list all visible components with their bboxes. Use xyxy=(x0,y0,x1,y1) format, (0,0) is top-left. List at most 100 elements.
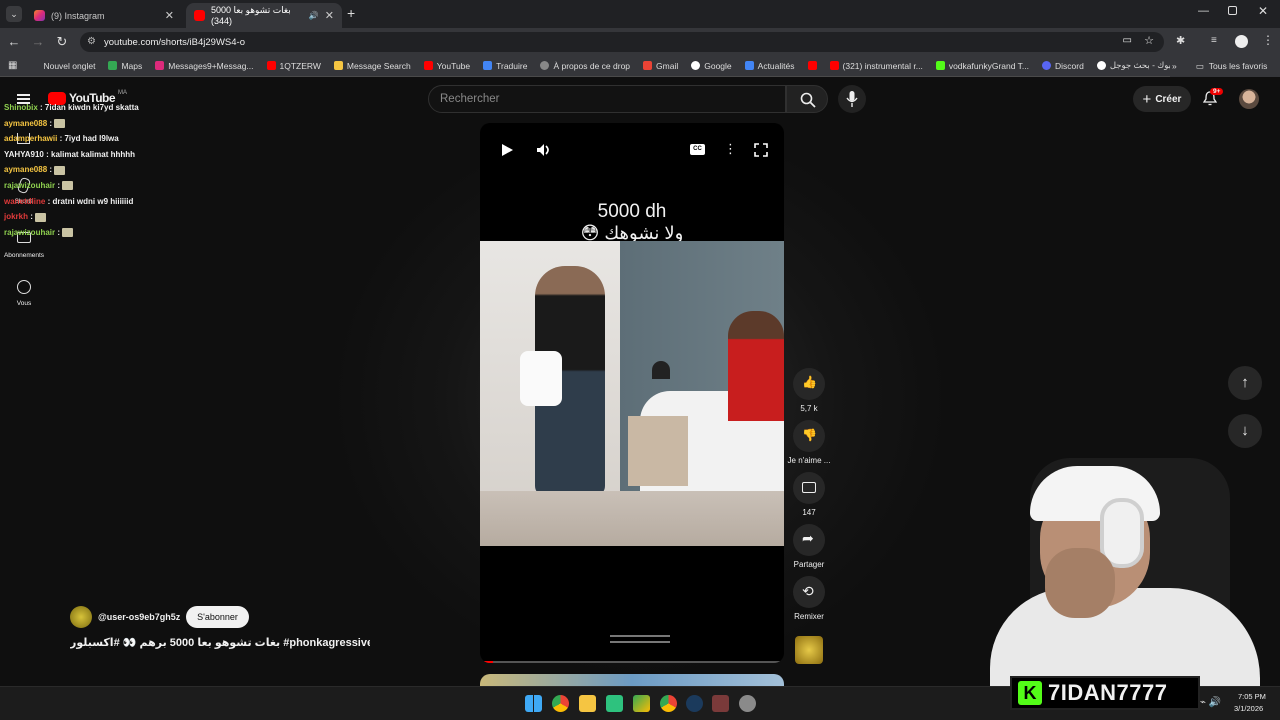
tab-instagram[interactable]: (9) Instagram ✕ xyxy=(26,3,182,28)
remix-button[interactable]: ⟲ xyxy=(793,576,825,608)
stream-chat: Shinobix : 7idan kiwdn ki7yd skatta ayman… xyxy=(4,100,204,240)
bookmark[interactable]: Actualités xyxy=(744,61,795,71)
site-info-icon[interactable]: ⚙ xyxy=(87,36,96,47)
bookmark[interactable]: Message Search xyxy=(333,61,411,71)
shorts-player[interactable]: CC ⋮ 5000 dh ولا نشوهك 😳 xyxy=(480,123,784,663)
menu-icon[interactable]: ⋮ xyxy=(1262,33,1274,47)
star-icon[interactable]: ☆ xyxy=(1144,34,1154,47)
tab-label: (9) Instagram xyxy=(51,10,105,21)
folder-icon: ▭ xyxy=(1195,60,1204,71)
dislike-button[interactable]: 👎 xyxy=(793,420,825,452)
windows-start-icon[interactable] xyxy=(525,695,542,712)
thumbs-up-icon: 👍 xyxy=(802,375,817,389)
fullscreen-icon[interactable] xyxy=(754,143,768,157)
reload-icon[interactable]: ↻ xyxy=(50,34,74,50)
speaker-icon[interactable]: 🔊 xyxy=(309,11,319,20)
chat-message: rajawizouhair : xyxy=(4,178,204,194)
next-short-button[interactable]: ↓ xyxy=(1228,414,1262,448)
next-video-preview[interactable] xyxy=(480,674,784,686)
chrome-active-icon[interactable] xyxy=(660,695,677,712)
media-icon[interactable]: ≡ xyxy=(1211,35,1217,46)
like-button[interactable]: 👍 xyxy=(793,368,825,400)
bookmark[interactable]: 1QTZERW xyxy=(266,61,321,71)
tray-icons[interactable]: ⌁ 🔊 xyxy=(1200,697,1221,708)
towel xyxy=(520,351,562,406)
translate-icon xyxy=(483,61,493,70)
address-bar[interactable]: ⚙ youtube.com/shorts/iB4j29WS4-o ▭ ☆ xyxy=(80,32,1164,52)
video-caption[interactable]: بغات تشوهو بعا 5000 برهم 👀 #اكسبلور #pho… xyxy=(70,636,370,649)
share-button[interactable]: ➦ xyxy=(793,524,825,556)
notifications-button[interactable]: 9+ xyxy=(1202,88,1224,111)
chat-message: aymane088 : xyxy=(4,116,204,132)
emote-icon xyxy=(54,165,66,175)
bookmark[interactable]: vodkafunkyGrand T... xyxy=(935,61,1029,71)
apps-icon[interactable]: ▦ xyxy=(8,60,17,71)
voice-search-button[interactable] xyxy=(838,85,866,113)
minimize-button[interactable]: — xyxy=(1198,5,1209,17)
bookmark[interactable]: Discord xyxy=(1042,61,1084,71)
steam-icon[interactable] xyxy=(686,695,703,712)
bookmark[interactable]: Maps xyxy=(108,61,142,71)
you-nav[interactable]: Vous xyxy=(0,280,48,307)
play-store-icon[interactable] xyxy=(633,695,650,712)
tab-search-menu[interactable]: ⌄ xyxy=(6,6,22,22)
search-button[interactable] xyxy=(786,85,828,113)
subscribe-button[interactable]: S'abonner xyxy=(186,606,249,628)
previous-short-button[interactable]: ↑ xyxy=(1228,366,1262,400)
xbox-app-icon[interactable] xyxy=(606,695,623,712)
chat-separator: : xyxy=(55,180,63,190)
chat-username: adamperhawii xyxy=(4,134,58,144)
close-icon[interactable]: ✕ xyxy=(165,9,174,22)
bookmark[interactable]: À propos de ce drop xyxy=(540,61,630,71)
new-tab-button[interactable]: + xyxy=(347,5,355,21)
tab-bar: ⌄ (9) Instagram ✕ 5000 بغات تشوهو بعا (3… xyxy=(0,0,1280,28)
bookmark[interactable]: Nouvel onglet xyxy=(43,61,95,71)
clock-date[interactable]: 3/1/2026 xyxy=(1234,704,1263,713)
sound-thumbnail[interactable] xyxy=(795,636,823,664)
app-icon[interactable] xyxy=(712,695,729,712)
chat-username: rajawizouhair xyxy=(4,227,56,237)
bookmark[interactable]: Google xyxy=(691,61,732,71)
cast-icon[interactable]: ▭ xyxy=(1123,35,1132,46)
avatar[interactable] xyxy=(1239,89,1259,109)
volume-icon[interactable] xyxy=(536,143,552,157)
progress-bar[interactable] xyxy=(484,661,780,663)
bookmark[interactable] xyxy=(807,61,817,70)
tab-youtube[interactable]: 5000 بغات تشوهو بعا (344) 🔊 ✕ xyxy=(186,3,342,28)
notification-badge: 9+ xyxy=(1210,88,1224,95)
youtube-icon xyxy=(266,61,276,70)
clock-time[interactable]: 7:05 PM xyxy=(1238,692,1266,701)
profile-icon[interactable] xyxy=(1235,35,1248,48)
bookmark[interactable]: (321) instrumental r... xyxy=(829,61,923,71)
bookmark[interactable]: Traduire xyxy=(483,61,527,71)
chat-message: Shinobix : 7idan kiwdn ki7yd skatta xyxy=(4,100,204,116)
chat-separator: : xyxy=(37,103,45,112)
forward-icon[interactable]: → xyxy=(26,34,50,49)
close-window-button[interactable]: ✕ xyxy=(1258,4,1268,18)
discord-icon xyxy=(1042,61,1051,70)
comments-button[interactable] xyxy=(793,472,825,504)
captions-icon[interactable]: CC xyxy=(690,144,705,155)
channel-avatar[interactable] xyxy=(70,606,92,628)
back-icon[interactable]: ← xyxy=(2,34,26,49)
bookmark[interactable]: YouTube xyxy=(423,61,470,71)
person-icon xyxy=(17,280,31,294)
channel-handle[interactable]: @user-os9eb7gh5z xyxy=(98,612,180,622)
create-button[interactable]: + Créer xyxy=(1133,86,1191,112)
bookmark[interactable]: Gmail xyxy=(643,61,678,71)
restore-button[interactable] xyxy=(1228,6,1237,15)
extensions-icon[interactable]: ✱ xyxy=(1176,34,1185,47)
chrome-icon[interactable] xyxy=(552,695,569,712)
settings-icon[interactable] xyxy=(739,695,756,712)
bookmark[interactable]: Messages9+Messag... xyxy=(155,61,254,71)
file-explorer-icon[interactable] xyxy=(579,695,596,712)
close-icon[interactable]: ✕ xyxy=(325,9,334,22)
play-icon[interactable] xyxy=(500,143,514,157)
chat-text: kalimat kalimat hhhhh xyxy=(51,149,136,159)
search-input[interactable]: Rechercher xyxy=(428,85,786,113)
streamer-name: 7IDAN7777 xyxy=(1048,680,1168,705)
nightstand xyxy=(628,416,688,486)
all-bookmarks[interactable]: » ▭ Tous les favoris xyxy=(1170,55,1280,77)
more-options-icon[interactable]: ⋮ xyxy=(724,141,737,157)
instagram-icon xyxy=(155,61,165,70)
